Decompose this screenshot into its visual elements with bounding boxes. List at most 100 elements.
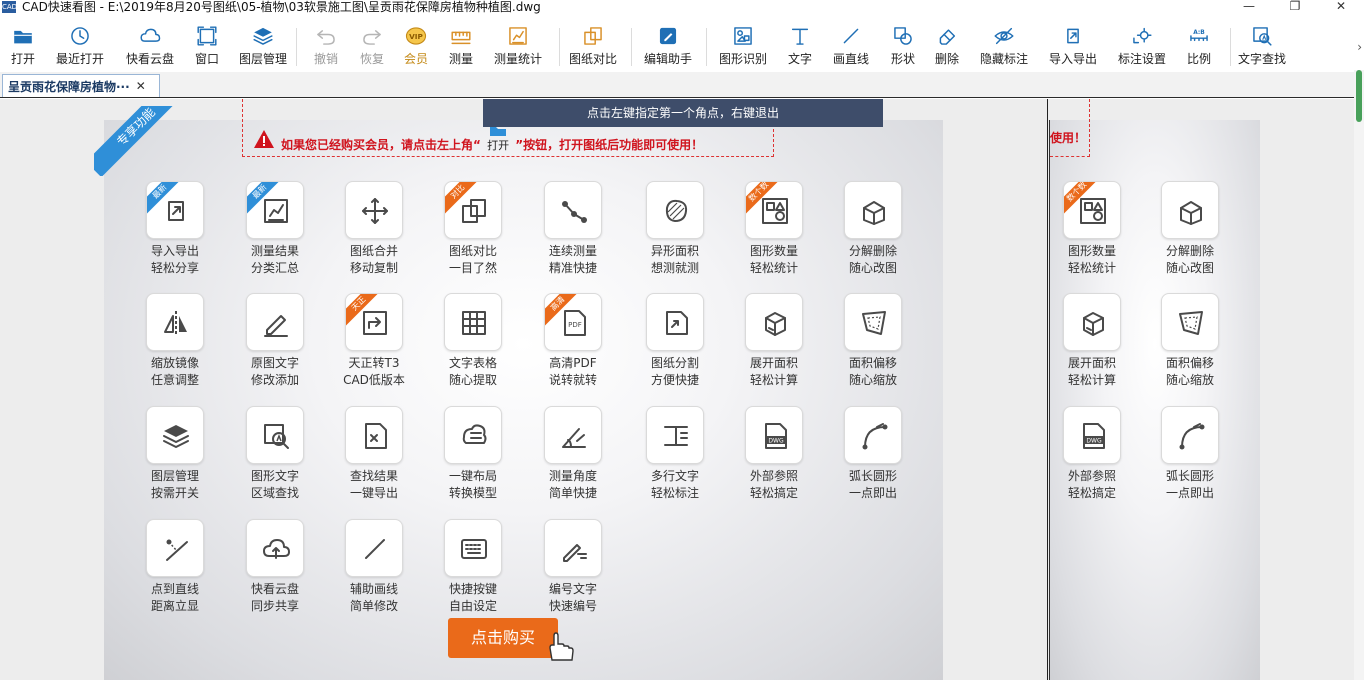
feature-tile[interactable]: 展开面积 轻松计算 — [724, 293, 824, 389]
toolbar-clock-button[interactable]: 最近打开 — [48, 22, 112, 70]
feature-label-line2: 随心改图 — [848, 261, 897, 275]
vertical-scrollbar-thumb[interactable] — [1356, 70, 1362, 122]
notice-open-button[interactable]: 打开 — [487, 125, 509, 153]
toolbar-shape-recognition-button[interactable]: 图形识别 — [711, 22, 775, 70]
document-tab[interactable]: 呈贡雨花保障房植物··· ✕ — [2, 74, 160, 97]
feature-tile[interactable]: 测量角度 简单快捷 — [523, 406, 623, 502]
feature-tile[interactable]: 对比 图纸对比 一目了然 — [423, 181, 523, 277]
feature-tile[interactable]: DWG 外部参照 轻松搞定 — [724, 406, 824, 502]
feature-label-line2: 简单快捷 — [548, 486, 597, 500]
feature-icon-box — [146, 293, 204, 351]
feature-tile[interactable]: 弧长圆形 一点即出 — [1140, 406, 1240, 502]
table-extract-icon — [462, 311, 486, 335]
feature-tile[interactable]: 一键布局 转换模型 — [423, 406, 523, 502]
feature-tile[interactable]: 面积偏移 随心缩放 — [1140, 293, 1240, 389]
window-icon — [197, 26, 217, 46]
toolbar-eye-hide-button[interactable]: 隐藏标注 — [972, 22, 1036, 70]
feature-icon-box — [1161, 406, 1219, 464]
feature-label-line2: 随心改图 — [1165, 261, 1214, 275]
feature-icon-box — [345, 181, 403, 239]
toolbar-ruler-button[interactable]: 测量 — [429, 22, 493, 70]
feature-tile[interactable]: 查找结果 一键导出 — [324, 406, 424, 502]
feature-tile[interactable]: 高清 PDF 高清PDF 说转就转 — [523, 293, 623, 389]
eye-hide-icon — [994, 27, 1014, 45]
split-icon — [666, 311, 688, 335]
feature-icon-box — [246, 293, 304, 351]
toolbar-edit-assistant-button[interactable]: 编辑助手 — [636, 22, 700, 70]
feature-tile[interactable]: 数个数 图形数量 轻松统计 — [1042, 181, 1142, 277]
feature-tile[interactable]: 图纸分割 方便快捷 — [625, 293, 725, 389]
feature-tile[interactable]: 最新 导入导出 轻松分享 — [125, 181, 225, 277]
minimize-button[interactable]: — — [1226, 0, 1272, 14]
feature-tile[interactable]: 图形文字 区域查找 — [225, 406, 325, 502]
feature-tile[interactable]: 数个数 图形数量 轻松统计 — [724, 181, 824, 277]
toolbar-layers-button[interactable]: 图层管理 — [231, 22, 295, 70]
toolbar-measure-stats-button[interactable]: 测量统计 — [486, 22, 550, 70]
feature-tile[interactable]: 快捷按键 自由设定 — [423, 519, 523, 615]
document-tab-label: 呈贡雨花保障房植物··· — [8, 79, 130, 94]
document-tab-close-icon[interactable]: ✕ — [136, 79, 146, 93]
feature-tile[interactable]: 原图文字 修改添加 — [225, 293, 325, 389]
dwg-reference-icon: DWG — [1083, 423, 1105, 449]
toolbar-label: 比例 — [1186, 52, 1211, 66]
toolbar-label: 删除 — [934, 52, 959, 66]
feature-tile[interactable]: 面积偏移 随心缩放 — [823, 293, 923, 389]
feature-tile[interactable]: 天正 天正转T3 CAD低版本 — [324, 293, 424, 389]
feature-label-line1: 异形面积 — [650, 244, 699, 258]
feature-tile[interactable]: 缩放镜像 任意调整 — [125, 293, 225, 389]
feature-label-line2: 说转就转 — [548, 373, 597, 387]
feature-label-line1: 分解删除 — [1165, 244, 1214, 258]
feature-label-line1: 图形数量 — [1067, 244, 1116, 258]
feature-icon-box — [544, 181, 602, 239]
toolbar-more-icon[interactable]: › — [1357, 40, 1362, 54]
feature-tile[interactable]: 图层管理 按需开关 — [125, 406, 225, 502]
toolbar-compare-button[interactable]: 图纸对比 — [561, 22, 625, 70]
toolbar-label: 打开 — [10, 52, 35, 66]
pen-edit-icon — [264, 315, 288, 337]
feature-label-line1: 面积偏移 — [848, 356, 897, 370]
text-search-icon — [264, 424, 289, 449]
toolbar-cloud-button[interactable]: 快看云盘 — [118, 22, 182, 70]
feature-tile[interactable]: 分解删除 随心改图 — [1140, 181, 1240, 277]
toolbar-import-export-button[interactable]: 导入导出 — [1041, 22, 1105, 70]
toolbar-folder-open-button[interactable]: 打开 — [0, 22, 55, 70]
feature-tile[interactable]: 多行文字 轻松标注 — [625, 406, 725, 502]
notice-text-after: ”按钮，打开图纸后功能即可使用！ — [515, 137, 704, 152]
member-notice-fragment: 使用！ — [1050, 99, 1090, 157]
feature-icon-box: 高清 PDF — [544, 293, 602, 351]
feature-tile[interactable]: 编号文字 快速编号 — [523, 519, 623, 615]
feature-tile[interactable]: 弧长圆形 一点即出 — [823, 406, 923, 502]
svg-text:A:B: A:B — [1193, 30, 1205, 36]
feature-tile[interactable]: 点到直线 距离立显 — [125, 519, 225, 615]
toolbar-annotation-settings-button[interactable]: 标注设置 — [1110, 22, 1174, 70]
feature-tile[interactable]: 辅助画线 简单修改 — [324, 519, 424, 615]
feature-tile[interactable]: 快看云盘 同步共享 — [225, 519, 325, 615]
feature-label-line2: 移动复制 — [349, 261, 398, 275]
feature-tile[interactable]: 图纸合并 移动复制 — [324, 181, 424, 277]
main-toolbar: › 打开 最近打开 快看云盘 窗口 图层管理 撤销 恢复 VIP 会员 测量 测量统计 图纸对比 编辑助… — [0, 22, 1364, 70]
toolbar-eraser-button[interactable]: 删除 — [915, 22, 979, 70]
toolbar-label: 隐藏标注 — [979, 52, 1028, 66]
toolbar-label: 图形识别 — [718, 52, 767, 66]
app-logo-icon: CAD — [2, 1, 18, 13]
toolbar-text-search-button[interactable]: 文字查找 — [1230, 22, 1294, 70]
feature-tile[interactable]: 最新 测量结果 分类汇总 — [225, 181, 325, 277]
close-button[interactable]: ✕ — [1318, 0, 1364, 14]
feature-tile[interactable]: 连续测量 精准快捷 — [523, 181, 623, 277]
feature-tile[interactable]: 文字表格 随心提取 — [423, 293, 523, 389]
ruler-icon — [451, 31, 471, 45]
toolbar-scale-button[interactable]: A:B 比例 — [1167, 22, 1231, 70]
vertical-scrollbar[interactable] — [1354, 70, 1364, 680]
feature-label-line1: 测量角度 — [548, 469, 597, 483]
corner-ribbon: 专享功能 — [94, 106, 184, 176]
drawing-canvas[interactable]: 点击左键指定第一个角点，右键退出 专享功能 如果您已经购买会员，请点击左上角“ … — [0, 99, 1354, 680]
feature-tile[interactable]: 展开面积 轻松计算 — [1042, 293, 1142, 389]
feature-label-line2: 方便快捷 — [650, 373, 699, 387]
feature-tile[interactable]: 分解删除 随心改图 — [823, 181, 923, 277]
toolbar-window-button[interactable]: 窗口 — [175, 22, 239, 70]
feature-tile[interactable]: DWG 外部参照 轻松搞定 — [1042, 406, 1142, 502]
restore-button[interactable]: ❐ — [1272, 0, 1318, 14]
feature-tile[interactable]: 异形面积 想测就测 — [625, 181, 725, 277]
move-icon — [362, 198, 388, 224]
svg-text:DWG: DWG — [768, 438, 784, 445]
